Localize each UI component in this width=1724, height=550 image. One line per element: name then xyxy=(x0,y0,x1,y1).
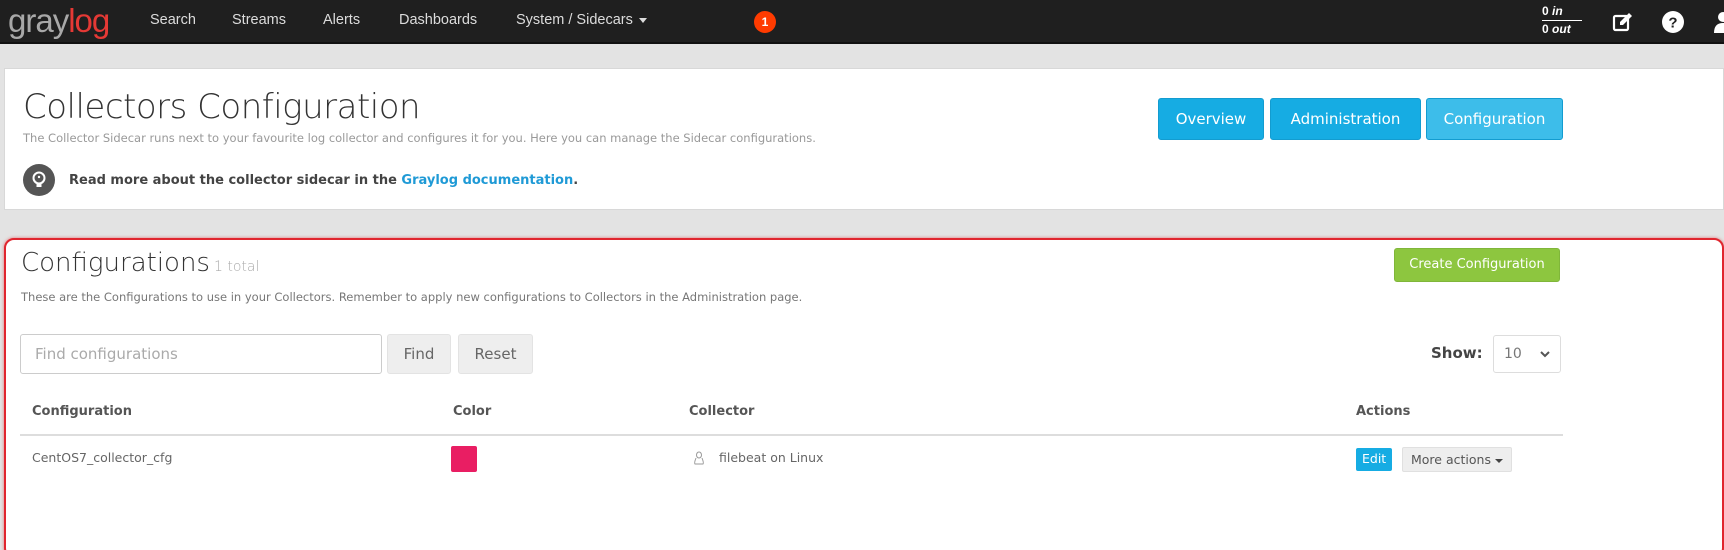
nav-search[interactable]: Search xyxy=(150,12,196,28)
find-button[interactable]: Find xyxy=(387,334,451,374)
nav-system-dropdown[interactable]: System / Sidecars xyxy=(516,12,647,28)
caret-down-icon xyxy=(1494,458,1503,463)
configurations-description: These are the Configurations to use in y… xyxy=(21,290,803,304)
svg-text:?: ? xyxy=(1668,15,1677,32)
collector-cell: filebeat on Linux xyxy=(693,450,823,465)
collector-name: filebeat on Linux xyxy=(719,450,824,465)
configurations-title: Configurations 1 total xyxy=(21,248,260,278)
more-actions-dropdown[interactable]: More actions xyxy=(1402,447,1512,472)
throughput-indicator[interactable]: 0 in 0 out xyxy=(1542,3,1582,37)
total-count: 1 total xyxy=(213,259,260,275)
linux-icon xyxy=(694,451,704,464)
edit-button[interactable]: Edit xyxy=(1356,448,1393,471)
column-header-actions: Actions xyxy=(1356,404,1411,419)
administration-button[interactable]: Administration xyxy=(1270,98,1421,140)
doc-hint-text: Read more about the collector sidecar in… xyxy=(69,172,402,188)
graylog-documentation-link[interactable]: Graylog documentation xyxy=(401,173,573,188)
column-header-configuration[interactable]: Configuration xyxy=(32,404,132,419)
column-header-color: Color xyxy=(453,404,492,419)
configurations-panel: Configurations 1 total These are the Conf… xyxy=(4,238,1724,550)
reset-button[interactable]: Reset xyxy=(458,334,533,374)
nav-streams[interactable]: Streams xyxy=(232,12,286,28)
overview-button[interactable]: Overview xyxy=(1158,98,1264,140)
page-title: Collectors Configuration xyxy=(23,87,421,127)
page-size-select[interactable]: 10 xyxy=(1493,335,1561,373)
configuration-name[interactable]: CentOS7_collector_cfg xyxy=(32,450,172,465)
edit-icon[interactable] xyxy=(1610,9,1636,35)
page-description: The Collector Sidecar runs next to your … xyxy=(23,131,816,145)
nav-system-label: System / Sidecars xyxy=(516,12,633,28)
create-configuration-button[interactable]: Create Configuration xyxy=(1394,248,1560,282)
configuration-color-swatch xyxy=(451,446,477,472)
notification-badge[interactable]: 1 xyxy=(754,11,776,33)
caret-down-icon xyxy=(638,17,647,23)
show-label: Show: xyxy=(1431,344,1483,362)
table-header-divider xyxy=(20,434,1563,436)
chevron-down-icon xyxy=(1540,351,1550,358)
find-configurations-input[interactable] xyxy=(20,334,382,374)
user-icon[interactable] xyxy=(1710,9,1724,35)
page-header-panel: Collectors Configuration The Collector S… xyxy=(4,68,1724,210)
nav-dashboards[interactable]: Dashboards xyxy=(399,12,477,28)
documentation-hint: Read more about the collector sidecar in… xyxy=(23,164,578,196)
help-icon[interactable]: ? xyxy=(1660,9,1686,35)
column-header-collector: Collector xyxy=(689,404,755,419)
top-navbar: graylog Search Streams Alerts Dashboards… xyxy=(0,0,1724,44)
nav-alerts[interactable]: Alerts xyxy=(323,12,360,28)
configuration-button[interactable]: Configuration xyxy=(1426,98,1563,140)
graylog-logo[interactable]: graylog xyxy=(8,2,110,40)
lightbulb-icon xyxy=(23,164,55,196)
